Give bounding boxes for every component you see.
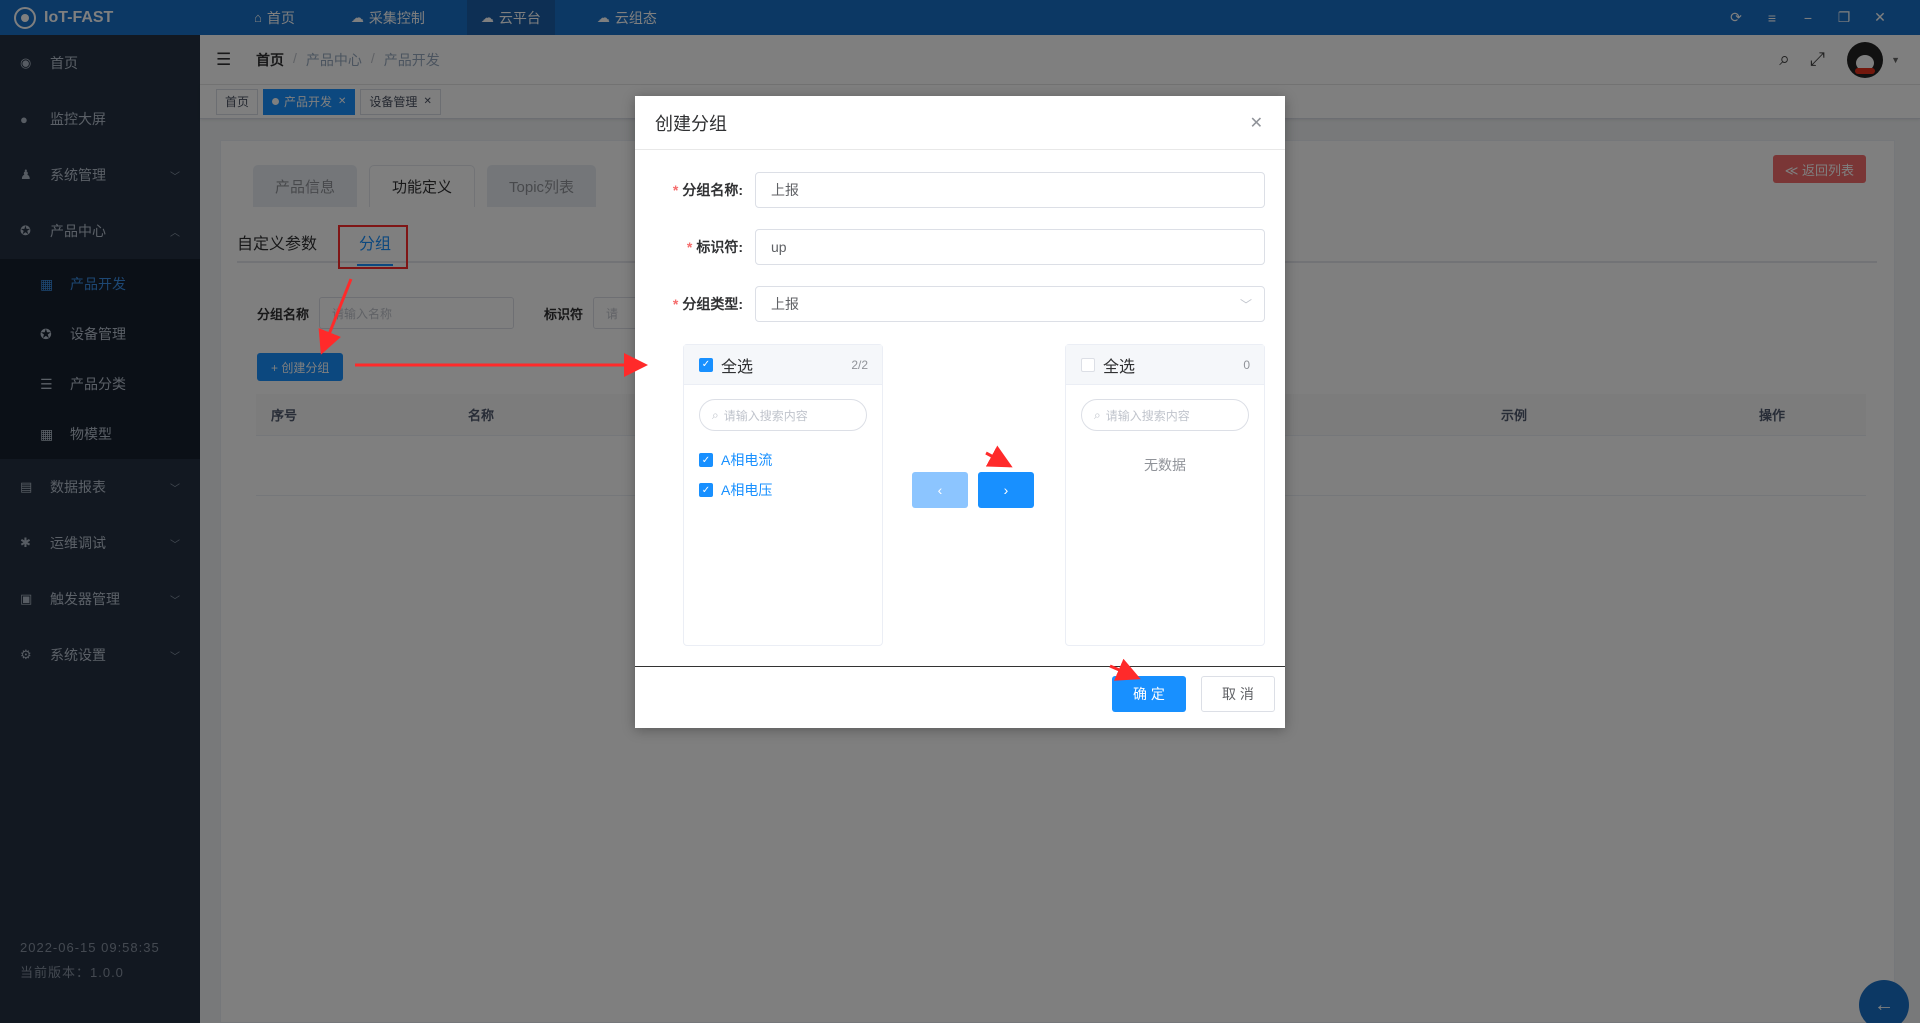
search-icon: ⌕ xyxy=(1094,407,1101,422)
dialog-header: 创建分组 ✕ xyxy=(635,96,1285,150)
field-label: * 分组名称: xyxy=(672,182,743,198)
form-row-identifier: * 标识符: up xyxy=(635,229,1265,265)
form-row-name: * 分组名称: 上报 xyxy=(635,172,1265,208)
transfer-search-input[interactable]: ⌕ 请输入搜索内容 xyxy=(699,399,867,431)
identifier-field[interactable]: up xyxy=(755,229,1265,265)
selection-count: 2/2 xyxy=(851,357,868,372)
search-icon: ⌕ xyxy=(712,407,719,422)
transfer-right-button[interactable]: › xyxy=(978,472,1034,508)
create-group-dialog: 创建分组 ✕ * 分组名称: 上报 * 标识符: up * 分组类型: 上报 ﹀ ✓ 全… xyxy=(635,96,1285,728)
transfer-list: ✓ A相电流 ✓ A相电压 xyxy=(684,445,882,505)
group-type-select[interactable]: 上报 ﹀ xyxy=(755,286,1265,322)
transfer-target-panel: 全选 0 ⌕ 请输入搜索内容 无数据 xyxy=(1065,344,1265,646)
empty-text: 无数据 xyxy=(1144,457,1186,473)
selected-value: 上报 xyxy=(771,296,799,312)
transfer-left-button[interactable]: ‹ xyxy=(912,472,968,508)
transfer-panel-header: ✓ 全选 2/2 xyxy=(684,345,882,385)
transfer-source-panel: ✓ 全选 2/2 ⌕ 请输入搜索内容 ✓ A相电流 ✓ A相电压 xyxy=(683,344,883,646)
select-all-label: 全选 xyxy=(721,358,754,376)
required-mark: * xyxy=(686,239,693,255)
field-label: * 分组类型: xyxy=(672,296,743,312)
confirm-button[interactable]: 确 定 xyxy=(1112,676,1186,712)
chevron-down-icon: ﹀ xyxy=(1239,297,1252,312)
chevron-left-icon: ‹ xyxy=(937,482,943,498)
chevron-right-icon: › xyxy=(1003,482,1009,498)
field-label: * 标识符: xyxy=(686,239,743,255)
form-row-type: * 分组类型: 上报 ﹀ xyxy=(635,286,1265,322)
select-all-label: 全选 xyxy=(1103,358,1136,376)
group-name-field[interactable]: 上报 xyxy=(755,172,1265,208)
dialog-footer xyxy=(635,666,1285,728)
select-all-checkbox[interactable] xyxy=(1081,357,1095,372)
transfer-search-input[interactable]: ⌕ 请输入搜索内容 xyxy=(1081,399,1249,431)
dialog-title: 创建分组 xyxy=(655,113,727,134)
item-checkbox[interactable]: ✓ xyxy=(699,453,713,467)
item-checkbox[interactable]: ✓ xyxy=(699,483,713,497)
required-mark: * xyxy=(672,182,679,198)
select-all-checkbox[interactable]: ✓ xyxy=(699,357,713,372)
list-item[interactable]: ✓ A相电压 xyxy=(684,475,882,505)
close-icon[interactable]: ✕ xyxy=(1250,113,1263,133)
list-item[interactable]: ✓ A相电流 xyxy=(684,445,882,475)
cancel-button[interactable]: 取 消 xyxy=(1201,676,1275,712)
required-mark: * xyxy=(672,296,679,312)
selection-count: 0 xyxy=(1243,357,1250,372)
transfer-panel-header: 全选 0 xyxy=(1066,345,1264,385)
